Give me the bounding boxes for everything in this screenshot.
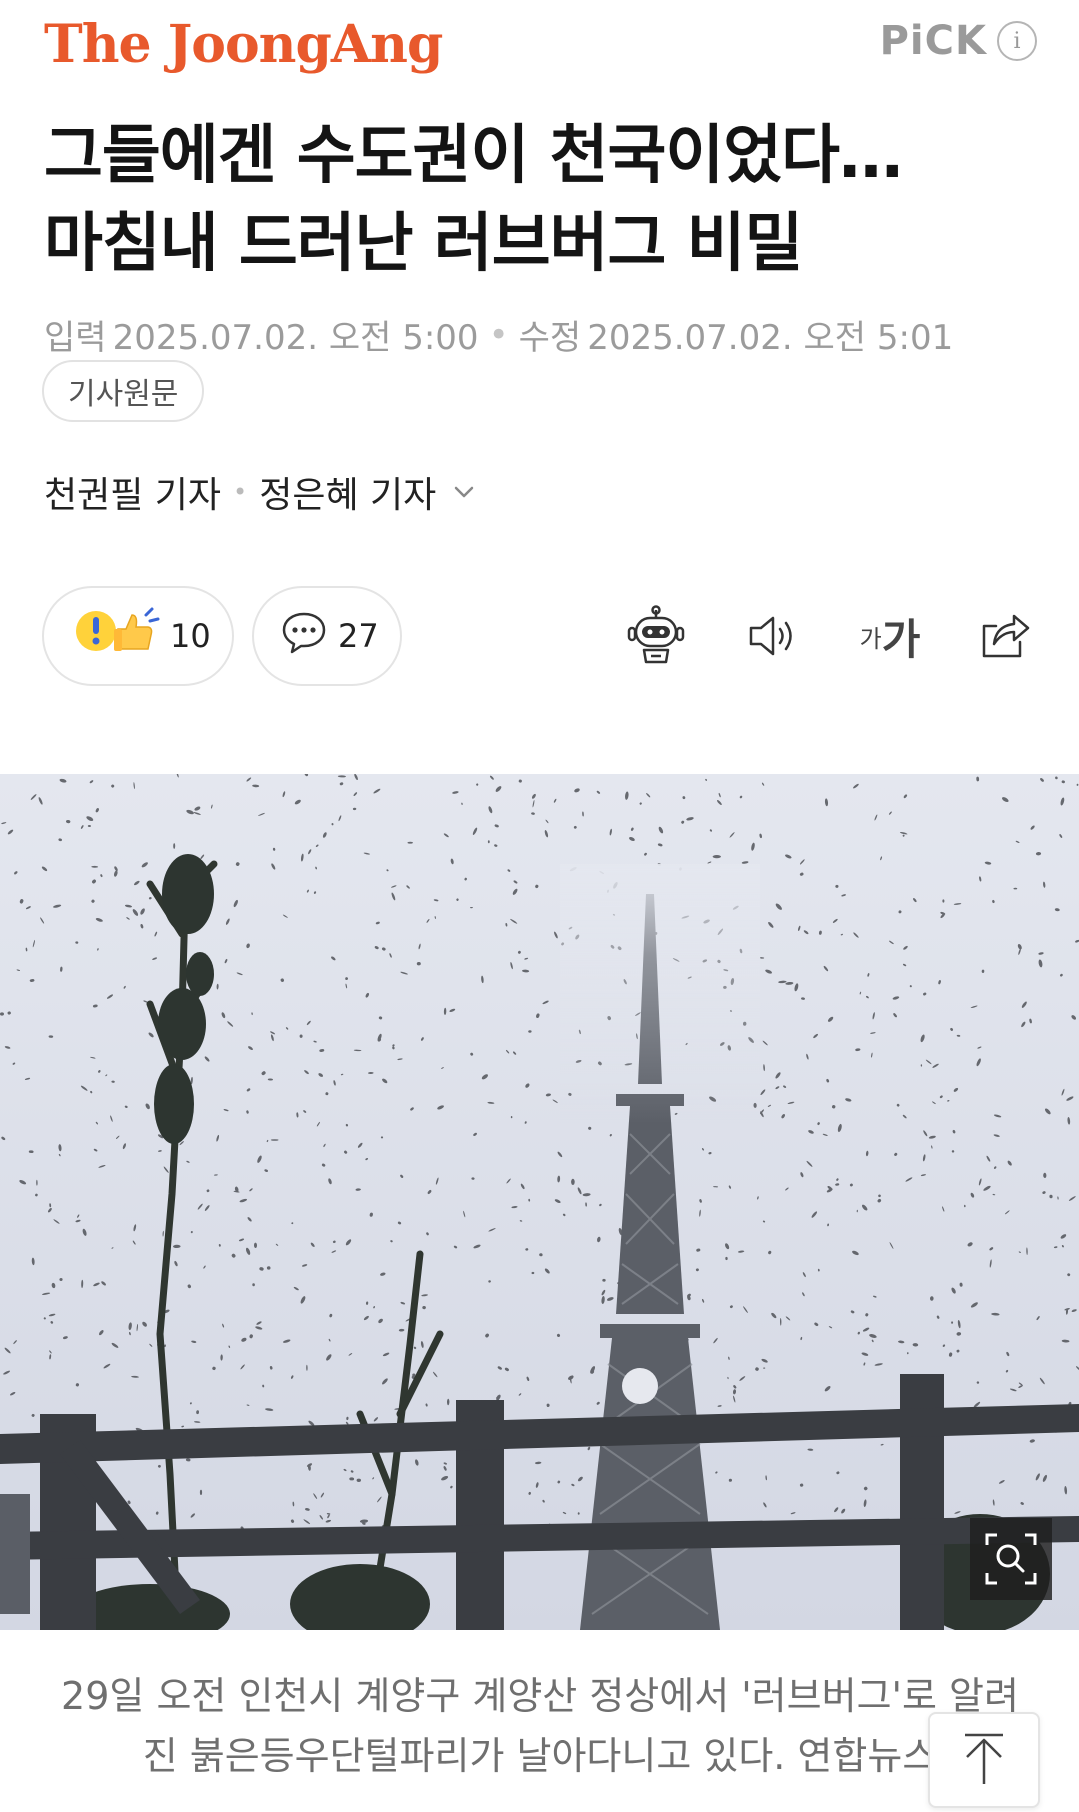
comment-count: 27: [338, 617, 379, 655]
published-time: 2025.07.02. 오전 5:00: [112, 318, 479, 358]
zoom-photo-button[interactable]: [970, 1518, 1052, 1600]
reaction-emoji-icon: [74, 605, 160, 667]
separator-dot: •: [488, 314, 509, 355]
article-headline: 그들에겐 수도권이 천국이었다… 마침내 드러난 러브버그 비밀: [44, 112, 1034, 288]
arrow-up-icon: [965, 1733, 1003, 1784]
comments-button[interactable]: 27: [252, 586, 402, 686]
reaction-count: 10: [170, 617, 211, 655]
info-icon[interactable]: i: [997, 21, 1037, 61]
reaction-button[interactable]: 10: [42, 586, 234, 686]
pick-badge[interactable]: PiCK i: [880, 18, 1037, 64]
article-dates: 입력 2025.07.02. 오전 5:00 • 수정 2025.07.02. …: [44, 310, 953, 359]
font-small-glyph: 가: [859, 624, 882, 653]
article-photo[interactable]: [0, 774, 1079, 1630]
modified-time: 2025.07.02. 오전 5:01: [587, 318, 954, 358]
magnifier-icon: [985, 1533, 1037, 1585]
comment-bubble-icon: [280, 608, 328, 664]
speaker-icon[interactable]: [735, 600, 807, 672]
published-label: 입력: [44, 318, 107, 358]
share-icon[interactable]: [968, 600, 1040, 672]
headline-line-1: 그들에겐 수도권이 천국이었다…: [44, 119, 903, 193]
original-article-button[interactable]: 기사원문: [42, 360, 205, 422]
chevron-down-icon[interactable]: [450, 478, 478, 506]
font-big-glyph: 가: [881, 614, 921, 664]
robot-summary-icon[interactable]: [620, 600, 692, 672]
photo-caption: 29일 오전 인천시 계양구 계양산 정상에서 '러브버그'로 알려진 붉은등우…: [61, 1674, 1019, 1778]
brand-logo[interactable]: The JoongAng: [44, 14, 443, 75]
headline-line-2: 마침내 드러난 러브버그 비밀: [44, 207, 803, 281]
font-size-icon[interactable]: 가 가: [850, 600, 930, 672]
author-name[interactable]: 천권필 기자: [44, 466, 221, 518]
author-list[interactable]: 천권필 기자 • 정은혜 기자: [44, 466, 478, 518]
separator-dot: •: [233, 478, 248, 506]
scroll-to-top-button[interactable]: [928, 1712, 1040, 1808]
modified-label: 수정: [518, 318, 582, 358]
author-name[interactable]: 정은혜 기자: [259, 466, 436, 518]
pick-label: PiCK: [879, 18, 987, 64]
